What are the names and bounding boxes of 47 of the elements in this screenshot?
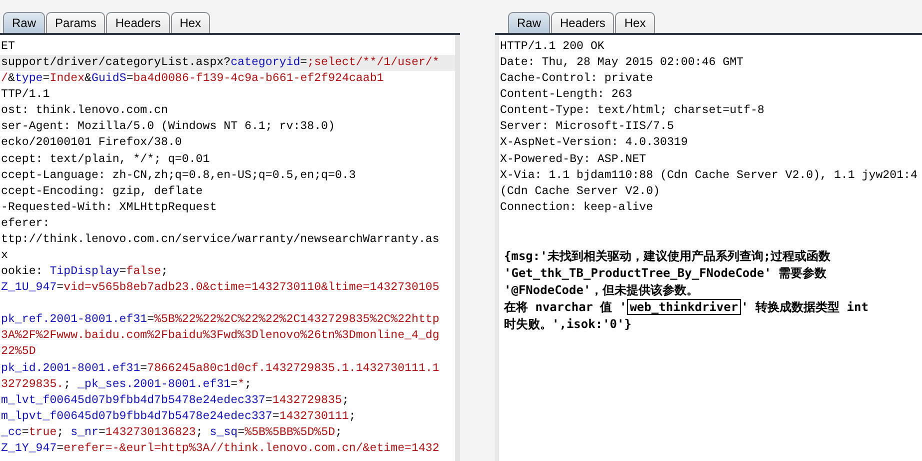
response-header-line: (Cdn Cache Server V2.0): [499, 184, 662, 200]
response-header-line: Connection: keep-alive: [499, 200, 654, 216]
view-tab[interactable]: Raw: [3, 12, 46, 33]
view-tab[interactable]: Headers: [106, 12, 170, 33]
view-tab[interactable]: Hex: [615, 12, 655, 33]
request-line: -Requested-With: XMLHttpRequest: [0, 200, 218, 216]
request-line: ecko/20100101 Firefox/38.0: [0, 135, 183, 152]
request-line: ttp://think.lenovo.com.cn/service/warranty/newsearchWarranty.as: [0, 232, 440, 248]
request-line: ser-Agent: Mozilla/5.0 (Windows NT 6.1; rv:38.0): [0, 119, 336, 136]
request-line: 32729835.; _pk_ses.2001-8001.ef31=*;: [0, 376, 253, 393]
request-line: TTP/1.1: [0, 87, 51, 104]
response-header-line: HTTP/1.1 200 OK: [499, 39, 606, 55]
view-tab[interactable]: Params: [46, 12, 106, 33]
response-header-line: X-AspNet-Version: 4.0.30319: [499, 135, 689, 152]
request-line: Z_1U_947=vid=v565b8eb7adb23.0&ctime=1432730110&ltime=1432730105: [0, 280, 440, 296]
request-line: ET: [0, 39, 16, 55]
response-header-line: Content-Type: text/html; charset=utf-8: [499, 103, 766, 120]
response-body-line: 时失败。',isok:'0'}: [503, 316, 632, 334]
request-line: pk_ref.2001-8001.ef31=%5B%22%22%2C%22%22%2C1432729835%2C%22http: [0, 312, 440, 328]
response-body-line: 在将 nvarchar 值 ' web_thinkdriver ' 转换成数据类型 int: [502, 299, 870, 316]
response-body-line: {msg:'未找到相关驱动，建议使用产品系列查询;过程或函数: [503, 248, 832, 266]
response-header-line: Content-Length: 263: [499, 87, 634, 104]
request-line: ccept-Encoding: gzip, deflate: [0, 184, 204, 200]
request-line: 3A%2F%2Fwww.baidu.com%2Fbaidu%3Fwd%3Dlenovo%26tn%3Dmonline_4_dg: [0, 328, 440, 344]
view-tab[interactable]: Headers: [551, 12, 614, 33]
response-header-line: Date: Thu, 28 May 2015 02:00:46 GMT: [499, 55, 745, 72]
request-line: 22%5D: [0, 344, 37, 360]
request-line: x: [0, 248, 9, 264]
request-line: ccept: text/plain, */*; q=0.01: [0, 152, 211, 168]
request-line: m_lvt_f00645d07b9fbb4d7b5478e24edec337=1432729835;: [0, 392, 350, 409]
request-line: _cc=true; s_nr=1432730136823; s_sq=%5B%5BB%5D%5D;: [0, 424, 344, 441]
response-body-line: 'Get_thk_TB_ProductTree_By_FNodeCode' 需要参数: [503, 265, 828, 282]
view-tab[interactable]: Hex: [170, 12, 210, 33]
response-header-line: Cache-Control: private: [499, 71, 654, 88]
response-header-line: X-Powered-By: ASP.NET: [499, 152, 648, 168]
request-line: /&type=Index&GuidS=ba4d0086-f139-4c9a-b661-ef2f924caab1: [0, 71, 385, 88]
request-line: pk_id.2001-8001.ef31=7866245a80c1d0cf.1432729835.1.1432730111.1: [0, 360, 440, 377]
response-header-line: X-Via: 1.1 bjdam110:88 (Cdn Cache Server V2.0), 1.1 jyw201:4: [499, 168, 918, 184]
response-body-line: '@FNodeCode'，但未提供该参数。: [503, 282, 700, 300]
request-line: ookie: TipDisplay=false;: [0, 264, 170, 280]
request-line: ccept-Language: zh-CN,zh;q=0.8,en-US;q=0.5,en;q=0.3: [0, 168, 357, 184]
request-line: m_lpvt_f00645d07b9fbb4d7b5478e24edec337=1432730111;: [0, 408, 357, 425]
response-header-line: Server: Microsoft-IIS/7.5: [499, 119, 675, 136]
request-line: eferer:: [0, 216, 51, 232]
request-line: Z_1Y_947=erefer=-&eurl=http%3A//think.lenovo.com.cn/&etime=1432: [0, 440, 440, 457]
view-tab[interactable]: Raw: [508, 12, 550, 33]
request-line: ost: think.lenovo.com.cn: [0, 103, 169, 120]
